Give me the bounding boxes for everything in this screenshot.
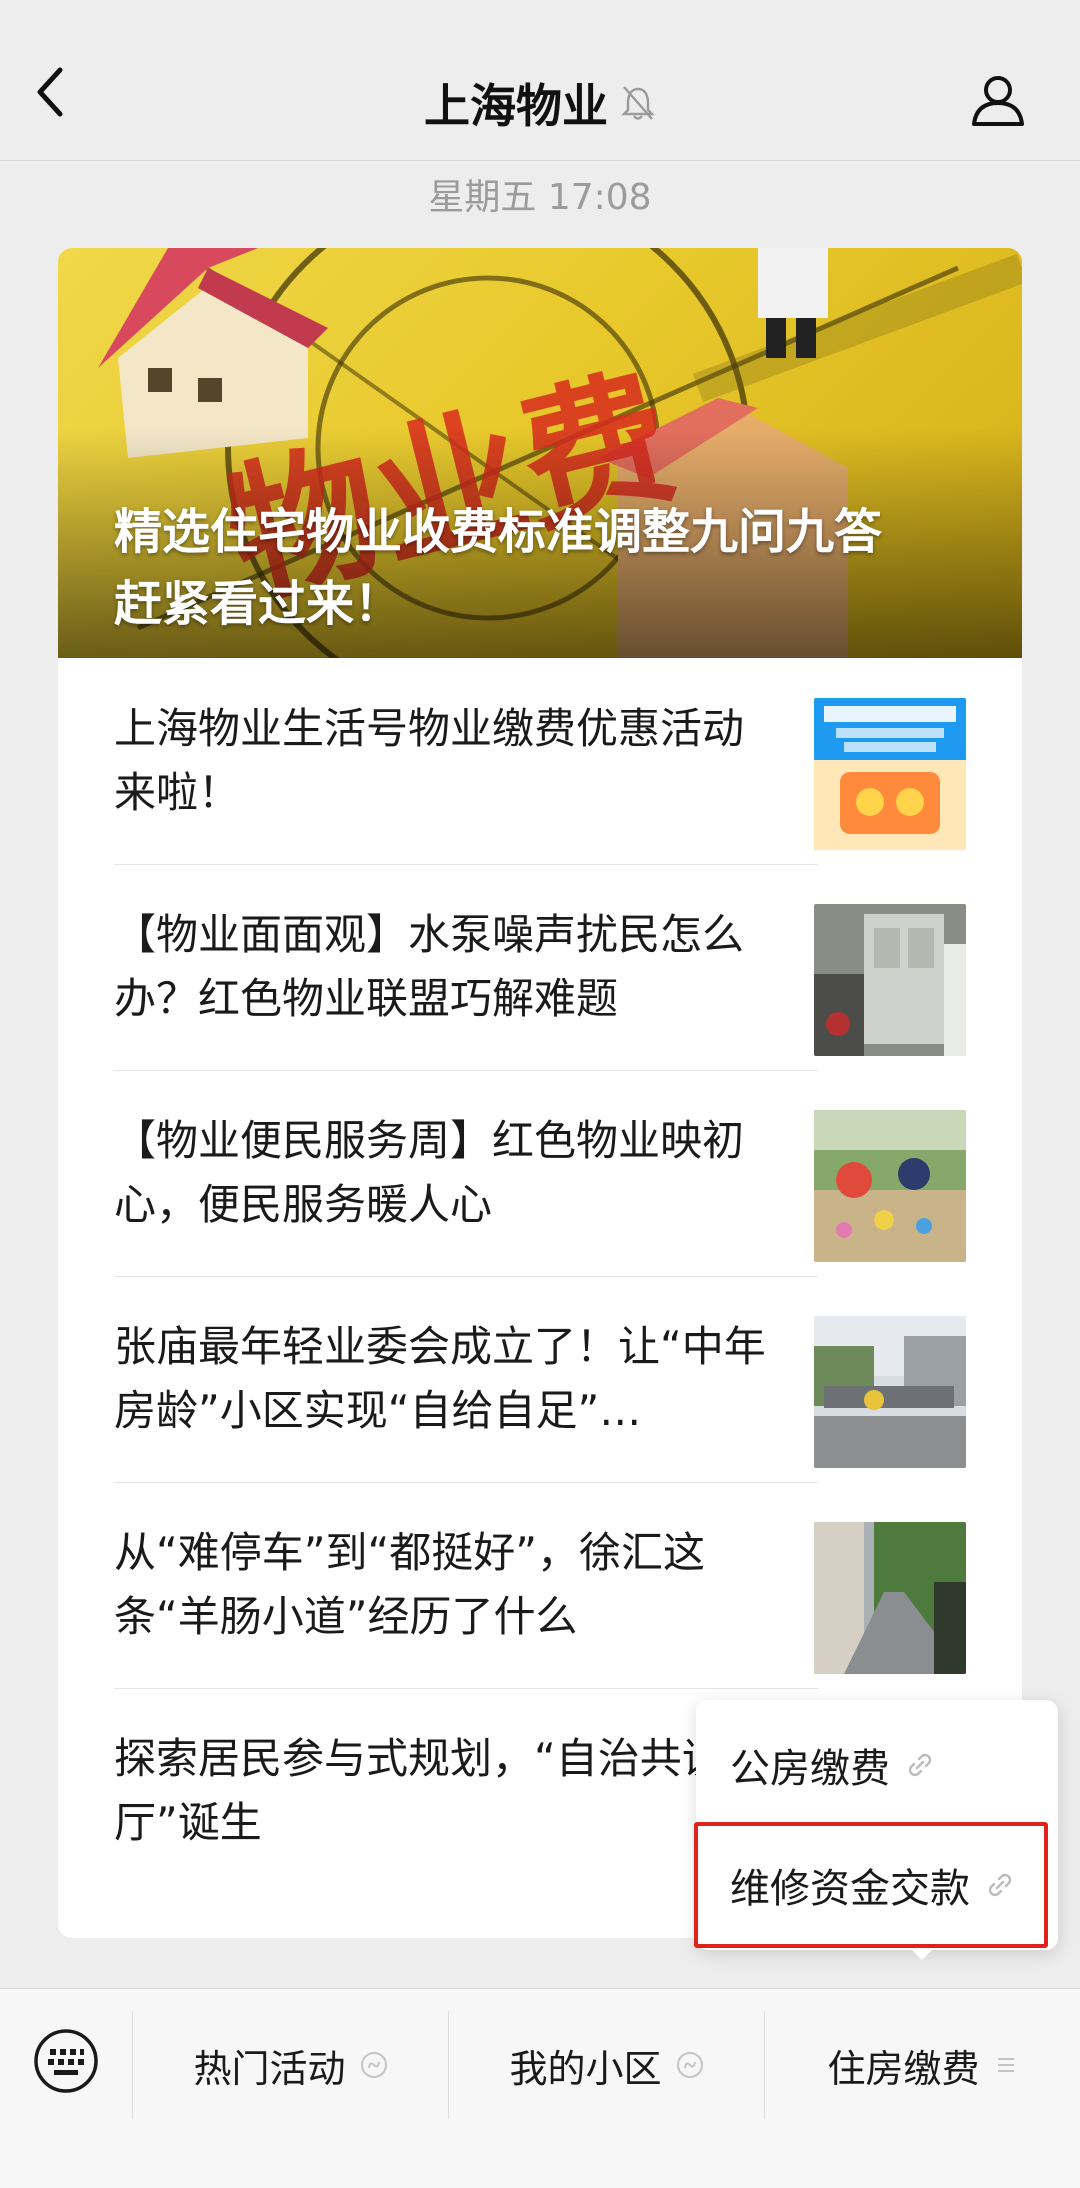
profile-button[interactable]	[968, 70, 1038, 140]
message-timestamp: 星期五 17:08	[428, 177, 652, 218]
page-title-wrap: 上海物业	[0, 70, 1080, 136]
menu-item-label: 公房缴费	[730, 1746, 890, 1792]
article-title: 张庙最年轻业委会成立了！让“中年房龄”小区实现“自给自足”…	[114, 1322, 766, 1435]
menu-label: 住房缴费	[827, 2046, 980, 2091]
article-title: 上海物业生活号物业缴费优惠活动来啦！	[114, 704, 745, 817]
article-title: 从“难停车”到“都挺好”，徐汇这条“羊肠小道”经历了什么	[114, 1528, 706, 1641]
list-item[interactable]: 【物业面面观】水泵噪声扰民怎么办？红色物业联盟巧解难题	[114, 864, 966, 1071]
menu-hot-activities[interactable]: 热门活动	[133, 2013, 448, 2117]
keyboard-toggle-button[interactable]	[32, 2027, 100, 2095]
article-card: 物业费 精选住宅物业收费标准调整九问九答 赶紧看过来！ 上海物业生活号物业缴费优…	[58, 248, 1022, 1938]
user-icon	[972, 76, 1024, 126]
menu-my-community[interactable]: 我的小区	[449, 2013, 764, 2117]
article-title: 探索居民参与式规划，“自治共议事厅”诞生	[114, 1734, 766, 1847]
hero-article[interactable]: 物业费 精选住宅物业收费标准调整九问九答 赶紧看过来！	[58, 248, 1022, 658]
hero-title: 精选住宅物业收费标准调整九问九答 赶紧看过来！	[114, 504, 883, 632]
bottom-menu-bar: 热门活动 我的小区 住房缴费	[0, 1988, 1080, 2188]
mute-bell-icon	[621, 86, 655, 120]
article-title: 【物业面面观】水泵噪声扰民怎么办？红色物业联盟巧解难题	[114, 910, 745, 1023]
link-icon	[908, 1753, 932, 1777]
article-title: 【物业便民服务周】红色物业映初心，便民服务暖人心	[114, 1116, 745, 1229]
highlight-box	[694, 1822, 1048, 1948]
list-item[interactable]: 【物业便民服务周】红色物业映初心，便民服务暖人心	[114, 1070, 966, 1277]
mini-program-icon	[676, 2052, 703, 2078]
list-item[interactable]: 从“难停车”到“都挺好”，徐汇这条“羊肠小道”经历了什么	[114, 1482, 966, 1689]
menu-housing-payment[interactable]: 住房缴费	[765, 2013, 1080, 2117]
top-nav-bar: 上海物业	[0, 0, 1080, 161]
article-thumbnail	[814, 1522, 966, 1674]
article-thumbnail	[814, 904, 966, 1056]
keyboard-icon	[34, 2029, 98, 2093]
mini-program-icon	[360, 2052, 387, 2078]
menu-label: 我的小区	[509, 2046, 662, 2091]
menu-item-public-housing-payment[interactable]: 公房缴费	[696, 1706, 1058, 1824]
popup-arrow	[908, 1946, 936, 1960]
article-thumbnail	[814, 1110, 966, 1262]
submenu-icon	[997, 2058, 1014, 2072]
page-title: 上海物业	[424, 79, 608, 133]
list-item[interactable]: 上海物业生活号物业缴费优惠活动来啦！	[114, 658, 966, 865]
menu-label: 热门活动	[193, 2046, 346, 2091]
list-item[interactable]: 张庙最年轻业委会成立了！让“中年房龄”小区实现“自给自足”…	[114, 1276, 966, 1483]
article-thumbnail	[814, 1316, 966, 1468]
article-thumbnail	[814, 698, 966, 850]
